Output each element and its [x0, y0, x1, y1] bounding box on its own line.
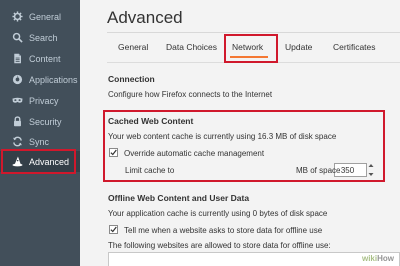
- watermark-wiki: wiki: [361, 254, 378, 263]
- checkmark-icon: [110, 226, 117, 233]
- sync-icon: [12, 136, 23, 147]
- watermark-how: How: [377, 254, 394, 263]
- sidebar-item-content[interactable]: Content: [0, 48, 80, 69]
- wikihow-watermark: wikiHow: [362, 254, 394, 263]
- sidebar-item-label: Applications: [29, 74, 78, 85]
- sidebar-item-general[interactable]: General: [0, 6, 80, 27]
- tab-data-choices[interactable]: Data Choices: [166, 40, 217, 54]
- preferences-window: General Search Content Applications Priv: [0, 0, 400, 266]
- gear-icon: [12, 11, 23, 22]
- sidebar: General Search Content Applications Priv: [0, 0, 80, 266]
- title-divider: [107, 32, 400, 33]
- sidebar-item-privacy[interactable]: Privacy: [0, 90, 80, 111]
- connection-heading: Connection: [108, 74, 155, 84]
- tab-general[interactable]: General: [118, 40, 148, 54]
- sidebar-item-search[interactable]: Search: [0, 27, 80, 48]
- sidebar-item-label: Sync: [29, 136, 50, 147]
- offline-heading: Offline Web Content and User Data: [108, 193, 250, 203]
- tab-certificates[interactable]: Certificates: [333, 40, 376, 54]
- tell-me-label[interactable]: Tell me when a website asks to store dat…: [124, 225, 322, 236]
- cache-highlight-box: [103, 110, 385, 182]
- offline-usage-text: Your application cache is currently usin…: [108, 209, 328, 218]
- applications-icon: [12, 74, 23, 85]
- page-title: Advanced: [107, 8, 183, 27]
- offline-websites-list[interactable]: [108, 252, 400, 266]
- allowed-websites-text: The following websites are allowed to st…: [108, 241, 331, 250]
- connection-description: Configure how Firefox connects to the In…: [108, 90, 273, 99]
- sidebar-item-label: Search: [29, 32, 58, 43]
- sidebar-item-label: Security: [29, 116, 62, 127]
- lock-icon: [12, 116, 23, 127]
- sidebar-item-label: Privacy: [29, 95, 59, 106]
- advanced-highlight-box: [1, 149, 76, 174]
- tab-update[interactable]: Update: [285, 40, 312, 54]
- search-icon: [12, 32, 23, 43]
- network-highlight-box: [224, 34, 278, 63]
- document-icon: [12, 53, 23, 64]
- mask-icon: [12, 95, 23, 106]
- sidebar-item-security[interactable]: Security: [0, 111, 80, 132]
- sidebar-item-label: General: [29, 11, 62, 22]
- sidebar-item-label: Content: [29, 53, 61, 64]
- main-content: Advanced General Data Choices Network Up…: [80, 0, 400, 266]
- tell-me-checkbox[interactable]: [109, 225, 118, 234]
- sidebar-item-applications[interactable]: Applications: [0, 69, 80, 90]
